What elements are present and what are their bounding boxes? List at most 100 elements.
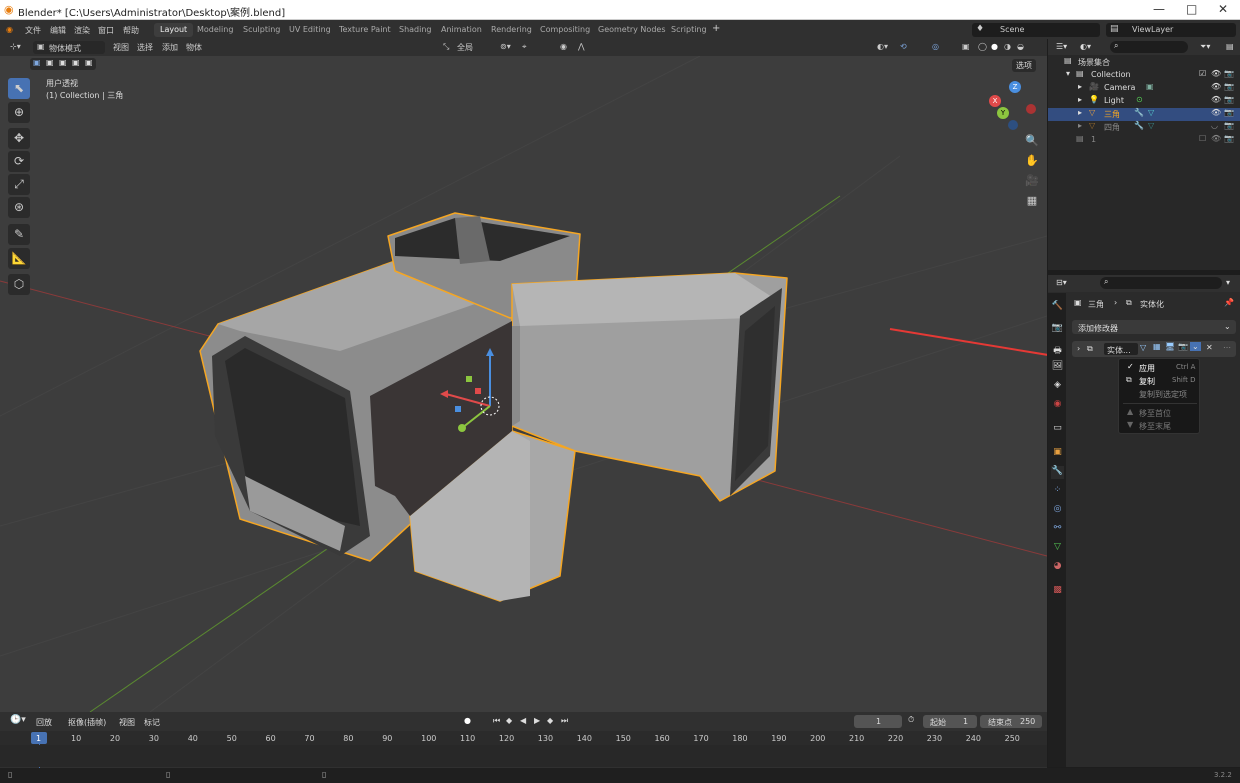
orientation-dropdown[interactable]: 全局	[457, 42, 473, 53]
transform-tool-icon[interactable]: ⊛	[8, 197, 30, 218]
maximize-button[interactable]: □	[1186, 2, 1197, 16]
falloff-icon[interactable]: ⋀	[578, 42, 585, 51]
outliner-editor-icon[interactable]: ☰▾	[1056, 42, 1067, 51]
expand-arrow-icon[interactable]: ▸	[1078, 95, 1082, 104]
measure-tool-icon[interactable]: 📐	[8, 248, 30, 269]
visibility-icon[interactable]: ◐▾	[877, 42, 888, 51]
render-toggle-icon[interactable]: 📷	[1178, 342, 1188, 351]
options-dropdown[interactable]: 选项	[1012, 59, 1036, 72]
rotate-tool-icon[interactable]: ⟳	[8, 151, 30, 172]
gizmo-neg-x[interactable]	[1026, 104, 1036, 114]
zoom-icon[interactable]: 🔍	[1023, 134, 1041, 152]
expand-arrow-icon[interactable]: ▸	[1078, 121, 1082, 130]
modifier-menu-dropdown-icon[interactable]: ⌄	[1190, 342, 1201, 351]
shading-wireframe-icon[interactable]: ◯	[978, 42, 987, 51]
jump-end-icon[interactable]: ⏭	[561, 716, 568, 726]
eye-icon[interactable]: 👁	[1211, 82, 1221, 91]
menu-window[interactable]: 窗口	[98, 25, 114, 36]
outliner-row-1[interactable]: ▤ 1 ☐ 👁 📷	[1048, 134, 1240, 147]
viewport-toggle-icon[interactable]: 🖥	[1165, 342, 1175, 351]
cage-toggle-icon[interactable]: ▦	[1153, 342, 1161, 351]
eye-icon[interactable]: 👁	[1211, 134, 1221, 143]
cursor-tool-icon[interactable]: ⊕	[8, 102, 30, 123]
expand-modifier-icon[interactable]: ›	[1077, 344, 1080, 353]
panel-dropdown-icon[interactable]: ▾	[1226, 278, 1230, 287]
select-subtract-icon[interactable]: ▣	[59, 58, 67, 67]
gizmo-y-axis[interactable]: Y	[997, 107, 1009, 119]
outliner-row-sanjiao[interactable]: ▸ ▽ 三角 🔧 ▽ 👁 📷	[1048, 108, 1240, 121]
camera-view-icon[interactable]: 🎥	[1023, 174, 1041, 192]
gizmo-neg-z[interactable]	[1008, 120, 1018, 130]
pivot-icon[interactable]: ⊚▾	[500, 42, 511, 51]
select-invert-icon[interactable]: ▣	[72, 58, 80, 67]
add-modifier-dropdown[interactable]: 添加修改器 ⌄	[1072, 320, 1236, 334]
render-tab-icon[interactable]: 📷	[1051, 323, 1064, 336]
play-reverse-icon[interactable]: ◀	[520, 716, 526, 725]
gizmo-toggle-icon[interactable]: ⟲	[900, 42, 907, 51]
timeline-editor-icon[interactable]: 🕒▾	[10, 715, 26, 725]
particles-tab-icon[interactable]: ⁘	[1051, 485, 1064, 498]
scene-selector[interactable]: ♦ Scene	[972, 23, 1100, 37]
shading-rendered-icon[interactable]: ◒	[1017, 42, 1024, 51]
menu-item-apply[interactable]: ✓ 应用 Ctrl A	[1119, 361, 1201, 374]
outliner-row-sijiao[interactable]: ▸ ▽ 四角 🔧 ▽ ◡ 📷	[1048, 121, 1240, 134]
expand-arrow-icon[interactable]: ▾	[1066, 69, 1070, 78]
navigation-gizmo[interactable]: Z X Y	[988, 80, 1040, 132]
scale-tool-icon[interactable]: ⤢	[8, 174, 30, 195]
select-extend-icon[interactable]: ▣	[46, 58, 54, 67]
scene-tab-icon[interactable]: ◈	[1051, 380, 1064, 393]
blender-menu-icon[interactable]: ◉	[6, 25, 13, 34]
overlay-toggle-icon[interactable]: ◎	[932, 42, 939, 51]
expand-arrow-icon[interactable]: ▸	[1078, 108, 1082, 117]
tab-texture-paint[interactable]: Texture Paint	[333, 23, 397, 37]
tab-rendering[interactable]: Rendering	[485, 23, 538, 37]
next-keyframe-icon[interactable]: ◆	[547, 716, 553, 725]
eye-hidden-icon[interactable]: ◡	[1211, 121, 1218, 130]
new-collection-icon[interactable]: ▤	[1226, 42, 1234, 51]
constraints-tab-icon[interactable]: ⚯	[1051, 523, 1064, 536]
render-camera-icon[interactable]: 📷	[1224, 108, 1234, 117]
mode-dropdown[interactable]: ▣ 物体模式	[33, 41, 105, 54]
annotate-tool-icon[interactable]: ✎	[8, 224, 30, 245]
texture-tab-icon[interactable]: ▩	[1051, 585, 1064, 598]
add-cube-tool-icon[interactable]: ⬡	[8, 274, 30, 295]
menu-file[interactable]: 文件	[25, 25, 41, 36]
world-tab-icon[interactable]: ◉	[1051, 399, 1064, 412]
render-camera-icon[interactable]: 📷	[1224, 82, 1234, 91]
select-intersect-icon[interactable]: ▣	[85, 58, 93, 67]
menu-view[interactable]: 视图	[113, 42, 129, 53]
menu-playback[interactable]: 回放	[36, 717, 52, 728]
proportional-edit-icon[interactable]: ◉	[560, 42, 567, 51]
record-icon[interactable]: ●	[464, 716, 471, 725]
collection-tab-icon[interactable]: ▭	[1051, 423, 1064, 436]
display-mode-icon[interactable]: ◐▾	[1080, 42, 1091, 51]
select-box-tool-icon[interactable]: ⬉	[8, 78, 30, 99]
pin-icon[interactable]: 📌	[1224, 298, 1234, 307]
render-camera-icon[interactable]: 📷	[1224, 134, 1234, 143]
prev-keyframe-icon[interactable]: ◆	[506, 716, 512, 725]
3d-viewport[interactable]: 用户透视 (1) Collection | 三角 ▣ ▣ ▣ ▣ ▣ 选项 ⬉ …	[0, 56, 1047, 712]
properties-search-input[interactable]: ⌕	[1100, 277, 1222, 289]
tab-modeling[interactable]: Modeling	[191, 23, 239, 37]
expand-arrow-icon[interactable]: ▸	[1078, 82, 1082, 91]
tab-animation[interactable]: Animation	[435, 23, 488, 37]
menu-item-move-last[interactable]: ▼ 移至末尾	[1119, 419, 1201, 432]
view-layer-selector[interactable]: ▤ ViewLayer	[1106, 23, 1236, 37]
outliner-search-input[interactable]: ⌕	[1110, 41, 1188, 53]
tab-scripting[interactable]: Scripting	[665, 23, 713, 37]
tab-shading[interactable]: Shading	[393, 23, 438, 37]
object-tab-icon[interactable]: ▣	[1051, 447, 1064, 460]
data-tab-icon[interactable]: ▽	[1051, 542, 1064, 555]
snap-icon[interactable]: ⌖	[522, 42, 527, 52]
render-camera-icon[interactable]: 📷	[1224, 69, 1234, 78]
menu-add[interactable]: 添加	[162, 42, 178, 53]
menu-render[interactable]: 渲染	[74, 25, 90, 36]
drag-handle-icon[interactable]: ⋯	[1223, 343, 1231, 352]
move-tool-icon[interactable]: ✥	[8, 128, 30, 149]
keyframe-area[interactable]	[0, 745, 1047, 767]
filter-icon[interactable]: ⏷▾	[1200, 42, 1210, 52]
start-frame-field[interactable]: 起始 1	[923, 715, 977, 728]
xray-icon[interactable]: ▣	[962, 42, 970, 51]
render-camera-icon[interactable]: 📷	[1224, 95, 1234, 104]
menu-marker[interactable]: 标记	[144, 717, 160, 728]
